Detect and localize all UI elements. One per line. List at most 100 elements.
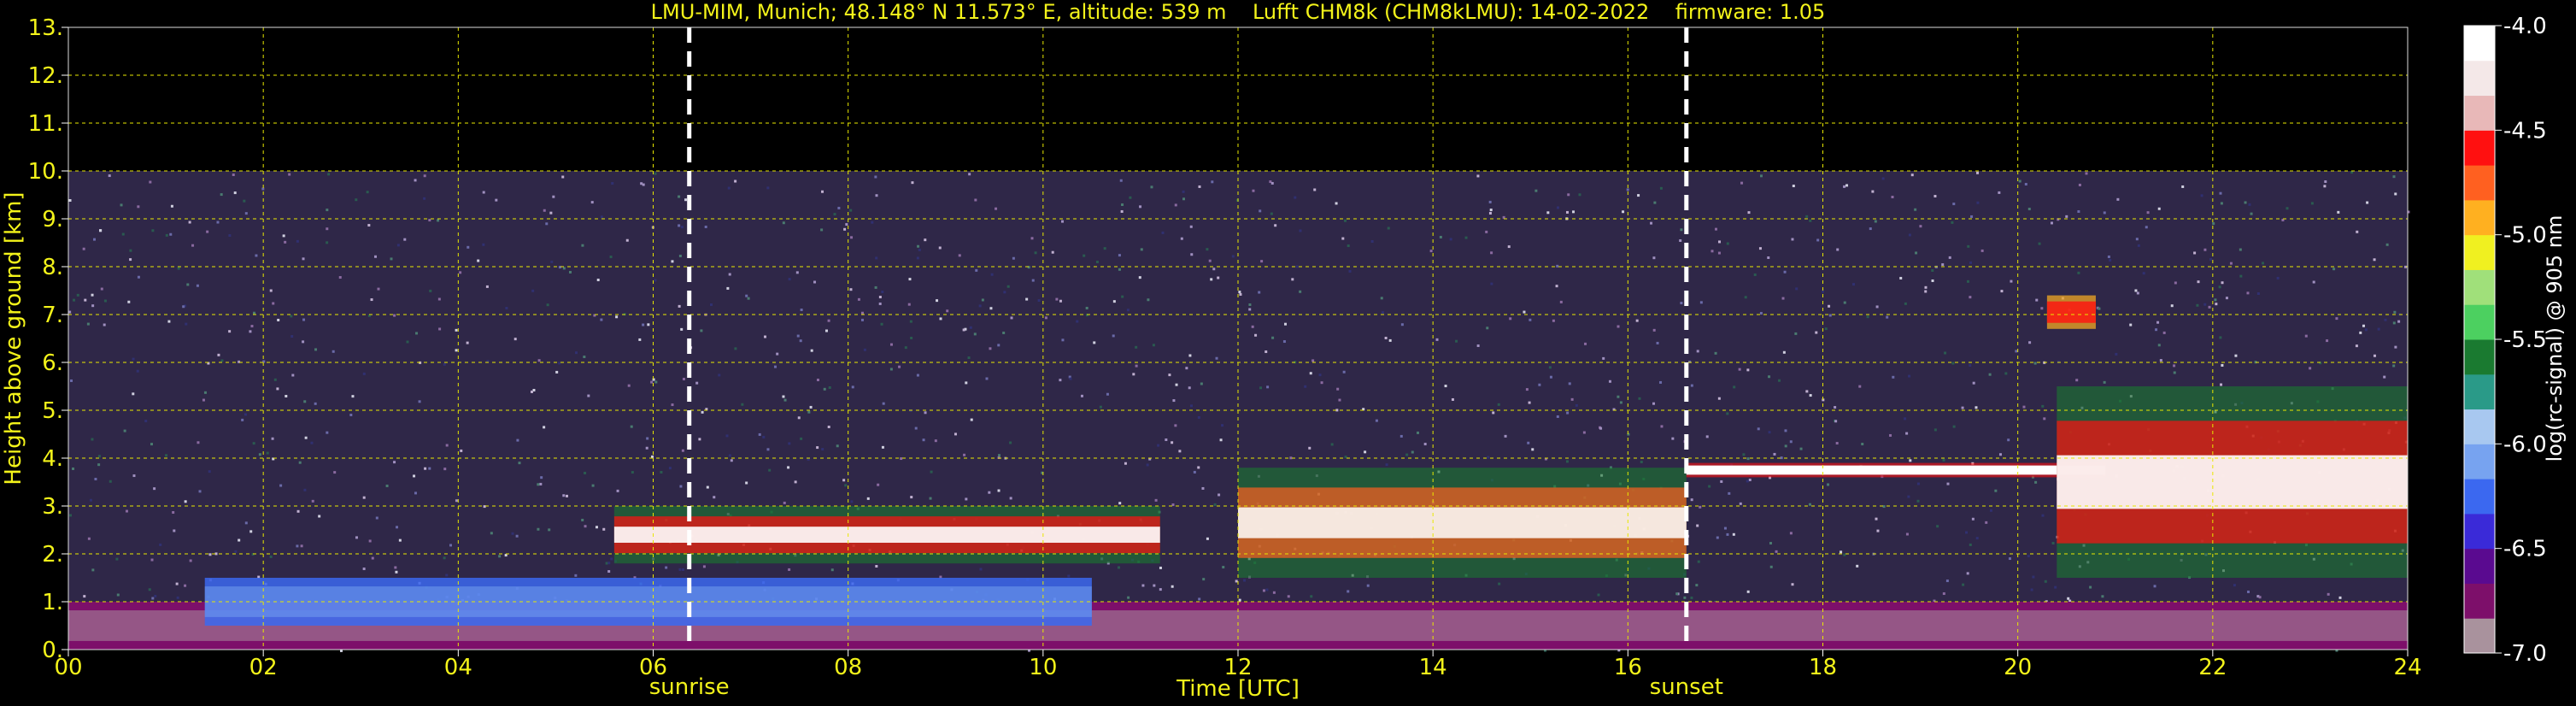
noise-dot — [1784, 444, 1787, 448]
noise-dot — [1907, 495, 1910, 498]
noise-dot — [1809, 219, 1812, 222]
noise-dot — [1565, 460, 1569, 463]
noise-dot — [924, 238, 927, 242]
noise-dot — [1309, 372, 1312, 375]
noise-dot — [1919, 225, 1922, 228]
noise-dot — [2312, 280, 2315, 284]
noise-dot — [1951, 362, 1955, 365]
noise-dot — [783, 398, 787, 402]
noise-dot — [1215, 356, 1218, 360]
noise-dot — [258, 453, 261, 456]
noise-dot — [1259, 209, 1262, 213]
noise-dot — [788, 442, 791, 445]
noise-dot — [83, 595, 86, 598]
noise-dot — [2335, 317, 2338, 321]
noise-dot — [2137, 244, 2140, 247]
noise-dot — [1886, 315, 1889, 319]
noise-dot — [816, 446, 819, 450]
noise-dot — [282, 234, 285, 238]
noise-dot — [1740, 181, 1744, 185]
noise-dot — [2024, 183, 2027, 186]
noise-dot — [1451, 397, 1454, 401]
noise-dot — [455, 328, 458, 332]
noise-dot — [540, 476, 543, 479]
noise-dot — [1690, 596, 1693, 599]
noise-dot — [2085, 172, 2088, 175]
noise-dot — [1680, 302, 1683, 305]
y-tick-label: 6. — [42, 350, 63, 376]
noise-dot — [2116, 197, 2120, 201]
noise-dot — [1523, 310, 1526, 314]
noise-dot — [1767, 256, 1770, 260]
noise-dot — [277, 318, 280, 321]
noise-dot — [208, 553, 212, 556]
y-tick-label: 4. — [42, 446, 63, 472]
noise-dot — [1124, 462, 1127, 465]
noise-dot — [1733, 385, 1736, 389]
noise-dot — [244, 521, 248, 525]
noise-dot — [2247, 590, 2250, 593]
noise-dot — [2067, 597, 2070, 600]
noise-dot — [182, 305, 185, 309]
noise-dot — [850, 500, 854, 503]
noise-dot — [1638, 397, 1641, 400]
noise-dot — [1210, 278, 1213, 281]
noise-dot — [371, 556, 374, 560]
noise-dot — [1030, 237, 1034, 240]
noise-dot — [850, 236, 854, 239]
noise-dot — [1942, 458, 1945, 462]
noise-dot — [250, 325, 254, 328]
noise-dot — [2077, 209, 2080, 213]
noise-dot — [490, 532, 493, 535]
noise-dot — [1699, 301, 1703, 304]
noise-dot — [296, 544, 299, 548]
noise-dot — [734, 347, 737, 350]
colorbar-tick-label: -5.5 — [2503, 327, 2547, 353]
noise-dot — [1095, 260, 1099, 263]
noise-dot — [1723, 527, 1727, 530]
noise-dot — [1069, 377, 1072, 380]
noise-dot — [355, 198, 358, 202]
noise-dot — [1291, 278, 1294, 281]
noise-dot — [2075, 379, 2079, 382]
noise-dot — [654, 380, 658, 384]
noise-dot — [1239, 292, 1242, 296]
noise-dot — [424, 467, 427, 470]
noise-dot — [1773, 452, 1776, 456]
noise-dot — [1294, 196, 1297, 199]
noise-dot — [678, 254, 682, 257]
noise-dot — [2304, 334, 2308, 338]
noise-dot — [2392, 321, 2396, 325]
noise-dot — [2219, 336, 2222, 339]
noise-dot — [934, 439, 937, 443]
noise-dot — [150, 558, 154, 562]
y-tick-label: 1. — [42, 590, 63, 615]
noise-dot — [1696, 350, 1699, 353]
noise-dot — [72, 467, 75, 470]
noise-dot — [1009, 497, 1012, 500]
noise-dot — [1805, 390, 1809, 393]
noise-dot — [423, 197, 426, 200]
noise-dot — [2197, 280, 2200, 284]
noise-dot — [429, 289, 432, 292]
noise-dot — [1789, 532, 1793, 535]
noise-dot — [2219, 191, 2222, 195]
x-tick-label: 22 — [2198, 655, 2227, 680]
noise-dot — [647, 323, 650, 327]
noise-dot — [678, 568, 682, 571]
noise-dot — [2239, 248, 2242, 251]
noise-dot — [797, 416, 801, 420]
noise-dot — [565, 494, 568, 497]
chart-title: LMU-MIM, Munich; 48.148° N 11.573° E, al… — [651, 0, 1826, 24]
noise-dot — [1384, 336, 1388, 339]
noise-dot — [1575, 403, 1578, 407]
noise-dot — [1933, 195, 1937, 198]
noise-dot — [1843, 553, 1846, 556]
noise-dot — [1748, 478, 1752, 481]
noise-dot — [91, 293, 94, 297]
noise-dot — [1908, 374, 1911, 378]
noise-dot — [1791, 238, 1794, 241]
colorbar-tick-label: -6.5 — [2503, 537, 2547, 562]
noise-dot — [1964, 531, 1968, 534]
noise-dot — [1683, 596, 1687, 599]
